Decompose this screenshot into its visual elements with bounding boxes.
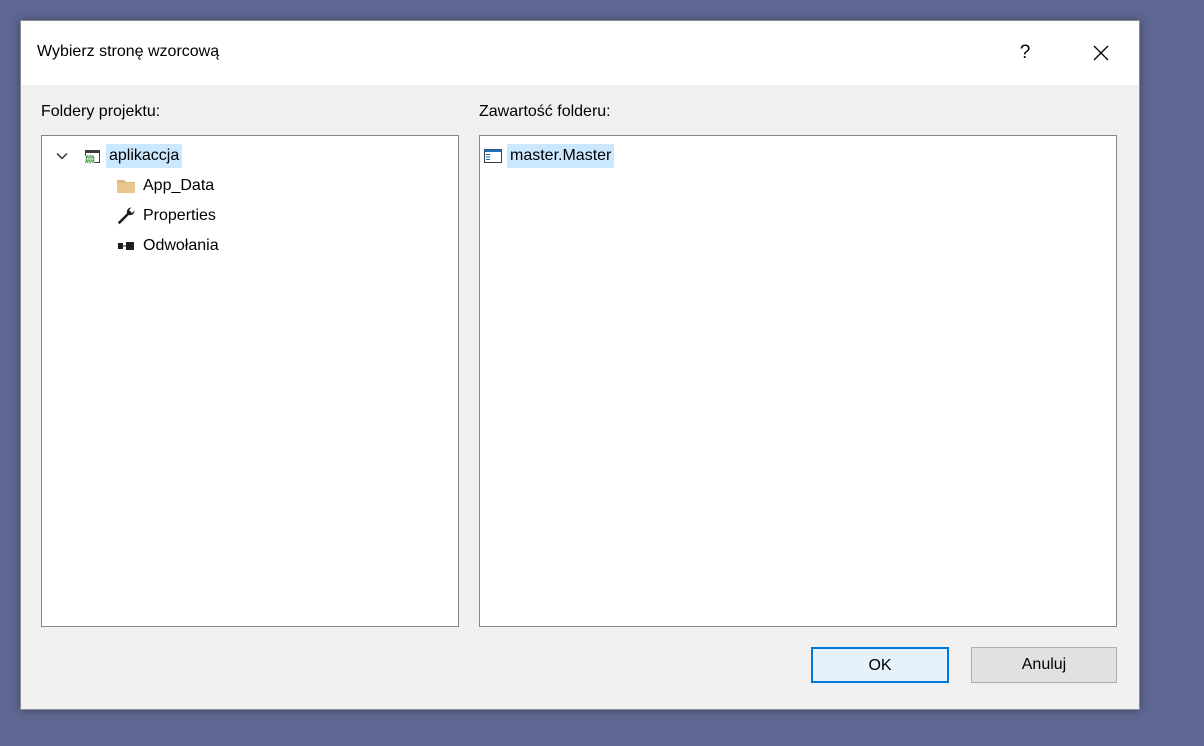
wrench-icon	[116, 206, 136, 226]
chevron-down-icon	[56, 152, 68, 160]
close-button[interactable]	[1081, 37, 1121, 69]
folder-contents-label: Zawartość folderu:	[479, 103, 611, 120]
tree-item-label: aplikaccja	[106, 144, 183, 168]
dialog-title: Wybierz stronę wzorcową	[37, 43, 220, 60]
cancel-button[interactable]: Anuluj	[971, 647, 1117, 683]
tree-item-aplikaccja[interactable]: aplikaccja	[82, 143, 183, 169]
ok-button[interactable]: OK	[811, 647, 949, 683]
tree-item-label: Odwołania	[143, 237, 219, 254]
choose-master-page-dialog: Wybierz stronę wzorcową ? Foldery projek…	[20, 20, 1140, 710]
project-folders-label: Foldery projektu:	[41, 103, 161, 120]
list-item-master-master[interactable]: master.Master	[483, 143, 615, 169]
tree-item-properties[interactable]: Properties	[116, 203, 219, 229]
list-item-label: master.Master	[507, 144, 615, 168]
references-icon	[116, 236, 136, 256]
close-icon	[1093, 45, 1109, 61]
tree-item-label: App_Data	[143, 177, 215, 194]
master-page-icon	[483, 146, 503, 166]
tree-item-label: Properties	[143, 207, 216, 224]
web-project-icon	[82, 146, 102, 166]
tree-item-app-data[interactable]: App_Data	[116, 173, 217, 199]
help-button[interactable]: ?	[1009, 37, 1041, 69]
tree-item-odwolania[interactable]: Odwołania	[116, 233, 222, 259]
project-folders-tree[interactable]: aplikaccja App_Data Properties Odwołania	[41, 135, 459, 627]
tree-expander[interactable]	[54, 148, 70, 164]
dialog-titlebar: Wybierz stronę wzorcową ?	[21, 21, 1139, 85]
folder-icon	[116, 176, 136, 196]
folder-contents-list[interactable]: master.Master	[479, 135, 1117, 627]
